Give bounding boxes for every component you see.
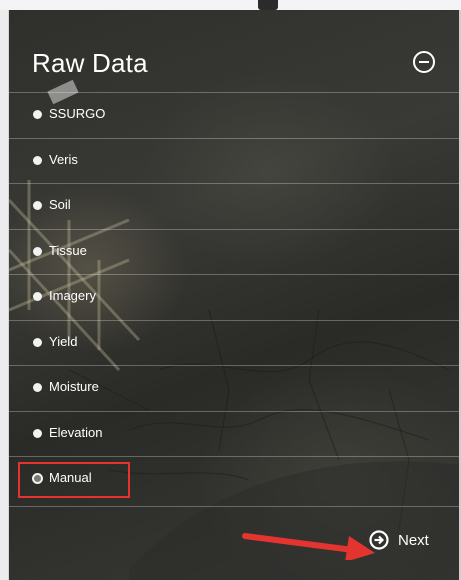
radio-button[interactable]: [33, 155, 42, 165]
list-item-label: Tissue: [49, 242, 87, 258]
raw-data-list: SSURGO Veris Soil Tissue Imagery Yield M…: [9, 92, 459, 502]
radio-button[interactable]: [33, 383, 42, 392]
list-item-tissue[interactable]: Tissue: [9, 228, 459, 275]
arrow-right-circle-icon: [369, 530, 389, 550]
list-item-label: SSURGO: [49, 106, 106, 121]
list-item-label: Soil: [49, 197, 71, 212]
list-item-label: Moisture: [49, 379, 99, 394]
drag-handle[interactable]: [258, 0, 278, 10]
radio-button[interactable]: [33, 246, 42, 256]
radio-button[interactable]: [33, 110, 42, 119]
radio-button[interactable]: [33, 337, 42, 347]
radio-button[interactable]: [33, 292, 42, 301]
radio-button-selected[interactable]: [32, 473, 43, 484]
radio-button[interactable]: [33, 201, 42, 210]
panel-header: Raw Data: [9, 38, 459, 92]
minus-circle-icon[interactable]: [413, 51, 435, 73]
list-item-label: Manual: [49, 470, 92, 485]
next-button-label: Next: [398, 532, 429, 549]
left-edge: [0, 10, 9, 580]
next-button[interactable]: Next: [369, 528, 449, 554]
pointer-arrow-annotation: [242, 533, 375, 560]
list-item-ssurgo[interactable]: SSURGO: [9, 92, 459, 138]
list-item-label: Elevation: [49, 424, 103, 440]
panel-title: Raw Data: [32, 48, 148, 78]
list-item-label: Yield: [49, 333, 78, 349]
footer-divider: [9, 506, 459, 507]
list-item-veris[interactable]: Veris: [9, 137, 459, 184]
list-item-label: Imagery: [49, 288, 96, 303]
list-item-manual[interactable]: Manual: [9, 456, 459, 502]
top-strip: [0, 0, 461, 10]
list-item-moisture[interactable]: Moisture: [9, 365, 459, 411]
radio-button[interactable]: [33, 428, 42, 438]
list-item-imagery[interactable]: Imagery: [9, 274, 459, 320]
list-item-label: Veris: [49, 151, 78, 167]
list-item-yield[interactable]: Yield: [9, 319, 459, 366]
list-item-soil[interactable]: Soil: [9, 183, 459, 229]
list-item-elevation[interactable]: Elevation: [9, 410, 459, 457]
raw-data-panel: Raw Data SSURGO Veris Soil Tissue Imager…: [9, 10, 459, 580]
